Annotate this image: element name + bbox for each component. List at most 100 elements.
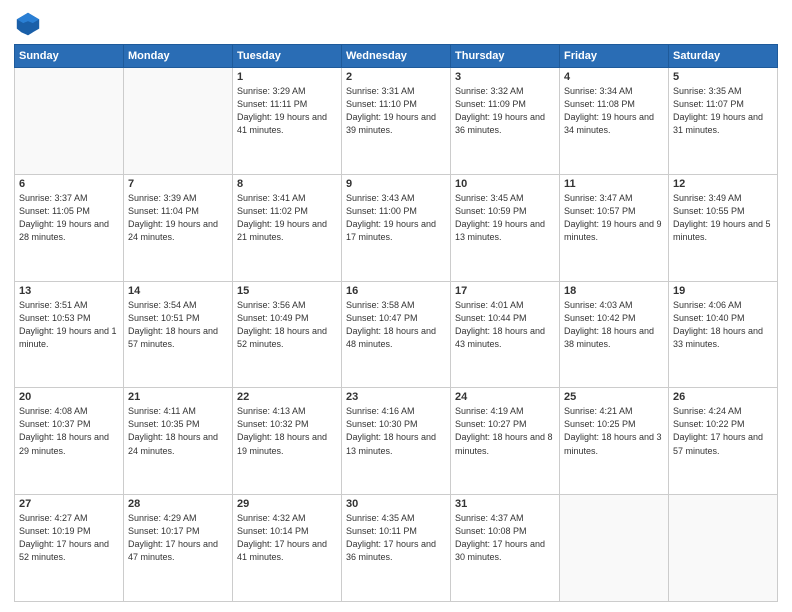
calendar-cell: 22Sunrise: 4:13 AM Sunset: 10:32 PM Dayl… (233, 388, 342, 495)
day-number: 15 (237, 285, 337, 297)
calendar-cell: 20 Sunrise: 4:08 AM Sunset: 10:37 PM Dayl… (15, 388, 124, 495)
day-number: 27 (19, 498, 119, 510)
calendar-week-1: 6 Sunrise: 3:37 AM Sunset: 11:05 PM Dayli… (15, 174, 778, 281)
header (14, 10, 778, 38)
calendar-cell (560, 495, 669, 602)
day-number: 30 (346, 498, 446, 510)
calendar-header-friday: Friday (560, 45, 669, 68)
calendar-cell: 8 Sunrise: 3:41 AM Sunset: 11:02 PM Dayli… (233, 174, 342, 281)
day-number: 9 (346, 178, 446, 190)
day-info: Sunrise: 3:29 AM Sunset: 11:11 PM Daylig… (237, 85, 337, 137)
calendar-cell: 5 Sunrise: 3:35 AM Sunset: 11:07 PM Dayli… (669, 68, 778, 175)
day-number: 24 (455, 391, 555, 403)
day-info: Sunrise: 3:51 AM Sunset: 10:53 PM Daylig… (19, 299, 119, 351)
day-number: 2 (346, 71, 446, 83)
page: SundayMondayTuesdayWednesdayThursdayFrid… (0, 0, 792, 612)
calendar-header-sunday: Sunday (15, 45, 124, 68)
day-number: 4 (564, 71, 664, 83)
day-number: 26 (673, 391, 773, 403)
calendar-cell: 29 Sunrise: 4:32 AM Sunset: 10:14 PM Dayl… (233, 495, 342, 602)
day-info: Sunrise: 3:58 AM Sunset: 10:47 PM Daylig… (346, 299, 446, 351)
calendar-table: SundayMondayTuesdayWednesdayThursdayFrid… (14, 44, 778, 602)
day-number: 21 (128, 391, 228, 403)
calendar-week-4: 27 Sunrise: 4:27 AM Sunset: 10:19 PM Dayl… (15, 495, 778, 602)
calendar-cell: 4 Sunrise: 3:34 AM Sunset: 11:08 PM Dayli… (560, 68, 669, 175)
calendar-cell (15, 68, 124, 175)
day-info: Sunrise: 3:37 AM Sunset: 11:05 PM Daylig… (19, 192, 119, 244)
day-info: Sunrise: 3:49 AM Sunset: 10:55 PM Daylig… (673, 192, 773, 244)
calendar-cell: 9 Sunrise: 3:43 AM Sunset: 11:00 PM Dayli… (342, 174, 451, 281)
day-number: 11 (564, 178, 664, 190)
day-info: Sunrise: 3:32 AM Sunset: 11:09 PM Daylig… (455, 85, 555, 137)
day-info: Sunrise: 4:19 AM Sunset: 10:27 PM Daylig… (455, 405, 555, 457)
calendar-cell: 18 Sunrise: 4:03 AM Sunset: 10:42 PM Dayl… (560, 281, 669, 388)
day-info: Sunrise: 3:45 AM Sunset: 10:59 PM Daylig… (455, 192, 555, 244)
day-info: Sunrise: 3:47 AM Sunset: 10:57 PM Daylig… (564, 192, 664, 244)
day-number: 14 (128, 285, 228, 297)
day-number: 25 (564, 391, 664, 403)
calendar-header-saturday: Saturday (669, 45, 778, 68)
day-info: Sunrise: 4:37 AM Sunset: 10:08 PM Daylig… (455, 512, 555, 564)
calendar-header-tuesday: Tuesday (233, 45, 342, 68)
day-info: Sunrise: 4:08 AM Sunset: 10:37 PM Daylig… (19, 405, 119, 457)
day-number: 18 (564, 285, 664, 297)
calendar-week-3: 20 Sunrise: 4:08 AM Sunset: 10:37 PM Dayl… (15, 388, 778, 495)
day-info: Sunrise: 4:24 AM Sunset: 10:22 PM Daylig… (673, 405, 773, 457)
calendar-cell: 11 Sunrise: 3:47 AM Sunset: 10:57 PM Dayl… (560, 174, 669, 281)
day-info: Sunrise: 3:41 AM Sunset: 11:02 PM Daylig… (237, 192, 337, 244)
calendar-header-wednesday: Wednesday (342, 45, 451, 68)
logo-icon (14, 10, 42, 38)
day-number: 17 (455, 285, 555, 297)
day-number: 7 (128, 178, 228, 190)
calendar-header-thursday: Thursday (451, 45, 560, 68)
day-info: Sunrise: 3:56 AM Sunset: 10:49 PM Daylig… (237, 299, 337, 351)
calendar-header-row: SundayMondayTuesdayWednesdayThursdayFrid… (15, 45, 778, 68)
day-number: 5 (673, 71, 773, 83)
calendar-cell: 1 Sunrise: 3:29 AM Sunset: 11:11 PM Dayli… (233, 68, 342, 175)
calendar-cell: 31Sunrise: 4:37 AM Sunset: 10:08 PM Dayl… (451, 495, 560, 602)
day-info: Sunrise: 4:03 AM Sunset: 10:42 PM Daylig… (564, 299, 664, 351)
day-number: 1 (237, 71, 337, 83)
calendar-cell: 13 Sunrise: 3:51 AM Sunset: 10:53 PM Dayl… (15, 281, 124, 388)
calendar-week-0: 1 Sunrise: 3:29 AM Sunset: 11:11 PM Dayli… (15, 68, 778, 175)
day-info: Sunrise: 4:32 AM Sunset: 10:14 PM Daylig… (237, 512, 337, 564)
calendar-header-monday: Monday (124, 45, 233, 68)
day-info: Sunrise: 3:31 AM Sunset: 11:10 PM Daylig… (346, 85, 446, 137)
day-info: Sunrise: 4:01 AM Sunset: 10:44 PM Daylig… (455, 299, 555, 351)
day-number: 29 (237, 498, 337, 510)
day-info: Sunrise: 3:35 AM Sunset: 11:07 PM Daylig… (673, 85, 773, 137)
calendar-cell: 30 Sunrise: 4:35 AM Sunset: 10:11 PM Dayl… (342, 495, 451, 602)
day-info: Sunrise: 4:29 AM Sunset: 10:17 PM Daylig… (128, 512, 228, 564)
day-number: 28 (128, 498, 228, 510)
calendar-cell: 3Sunrise: 3:32 AM Sunset: 11:09 PM Dayli… (451, 68, 560, 175)
day-info: Sunrise: 4:16 AM Sunset: 10:30 PM Daylig… (346, 405, 446, 457)
day-info: Sunrise: 3:34 AM Sunset: 11:08 PM Daylig… (564, 85, 664, 137)
calendar-cell: 28 Sunrise: 4:29 AM Sunset: 10:17 PM Dayl… (124, 495, 233, 602)
calendar-cell: 6 Sunrise: 3:37 AM Sunset: 11:05 PM Dayli… (15, 174, 124, 281)
calendar-cell: 2 Sunrise: 3:31 AM Sunset: 11:10 PM Dayli… (342, 68, 451, 175)
calendar-cell (669, 495, 778, 602)
calendar-cell: 23 Sunrise: 4:16 AM Sunset: 10:30 PM Dayl… (342, 388, 451, 495)
calendar-cell: 7 Sunrise: 3:39 AM Sunset: 11:04 PM Dayli… (124, 174, 233, 281)
day-info: Sunrise: 3:43 AM Sunset: 11:00 PM Daylig… (346, 192, 446, 244)
calendar-cell: 25Sunrise: 4:21 AM Sunset: 10:25 PM Dayl… (560, 388, 669, 495)
day-info: Sunrise: 4:27 AM Sunset: 10:19 PM Daylig… (19, 512, 119, 564)
day-number: 10 (455, 178, 555, 190)
calendar-cell: 26 Sunrise: 4:24 AM Sunset: 10:22 PM Dayl… (669, 388, 778, 495)
day-info: Sunrise: 3:39 AM Sunset: 11:04 PM Daylig… (128, 192, 228, 244)
calendar-cell (124, 68, 233, 175)
day-number: 13 (19, 285, 119, 297)
calendar-cell: 10 Sunrise: 3:45 AM Sunset: 10:59 PM Dayl… (451, 174, 560, 281)
day-info: Sunrise: 4:35 AM Sunset: 10:11 PM Daylig… (346, 512, 446, 564)
calendar-cell: 19Sunrise: 4:06 AM Sunset: 10:40 PM Dayl… (669, 281, 778, 388)
day-number: 6 (19, 178, 119, 190)
day-number: 12 (673, 178, 773, 190)
calendar-week-2: 13 Sunrise: 3:51 AM Sunset: 10:53 PM Dayl… (15, 281, 778, 388)
calendar-cell: 12 Sunrise: 3:49 AM Sunset: 10:55 PM Dayl… (669, 174, 778, 281)
day-number: 23 (346, 391, 446, 403)
day-number: 8 (237, 178, 337, 190)
day-number: 20 (19, 391, 119, 403)
logo (14, 10, 46, 38)
calendar-cell: 27 Sunrise: 4:27 AM Sunset: 10:19 PM Dayl… (15, 495, 124, 602)
day-info: Sunrise: 4:13 AM Sunset: 10:32 PM Daylig… (237, 405, 337, 457)
